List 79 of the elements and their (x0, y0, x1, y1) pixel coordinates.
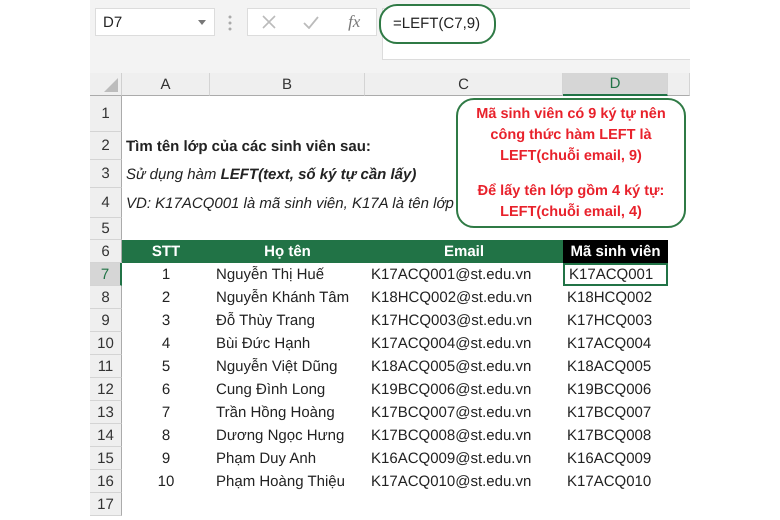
column-header[interactable]: B (210, 73, 365, 96)
table-cell-text: 3 (160, 311, 172, 331)
table-cell-text: Nguyễn Khánh Tâm (215, 288, 350, 308)
grip-icon (228, 15, 232, 31)
table-cell-text: 7 (160, 403, 172, 423)
row-header[interactable]: 10 (90, 332, 122, 355)
table-header-cell: STT (122, 240, 210, 263)
row-header[interactable]: 2 (90, 132, 122, 160)
row-header[interactable]: 12 (90, 378, 122, 401)
table-cell[interactable]: K17ACQ010 (563, 470, 668, 493)
column-header[interactable]: A (122, 73, 210, 96)
name-box[interactable]: D7 (95, 8, 215, 36)
table-header-cell: Họ tên (210, 240, 365, 263)
table-cell-text: 6 (160, 380, 172, 400)
table-cell-text: Đỗ Thùy Trang (215, 311, 316, 331)
table-cell-text: K19BCQ006@st.edu.vn (370, 380, 532, 400)
table-cell[interactable]: K17ACQ004 (563, 332, 668, 355)
table-cell-text: Phạm Duy Anh (215, 449, 318, 469)
note-text: VD: K17ACQ001 là mã sinh viên, K17A là tên lớp (125, 194, 454, 212)
column-header[interactable]: C (365, 73, 563, 96)
table-cell-text: K17ACQ001@st.edu.vn (370, 265, 532, 285)
table-cell[interactable]: K16ACQ009 (563, 447, 668, 470)
table-cell[interactable]: K17BCQ008 (563, 424, 668, 447)
table-cell-text: 2 (160, 288, 172, 308)
row-header[interactable]: 13 (90, 401, 122, 424)
table-cell-text: K18ACQ005@st.edu.vn (370, 357, 532, 377)
row-header[interactable]: 4 (90, 188, 122, 218)
table-cell-text: Nguyễn Thị Huế (215, 265, 326, 285)
table-cell-text: K17HCQ003@st.edu.vn (370, 311, 534, 331)
select-all-icon[interactable] (104, 78, 118, 92)
row-header[interactable]: 8 (90, 286, 122, 309)
table-cell[interactable]: K19BCQ006 (563, 378, 668, 401)
table-cell-text: K16ACQ009@st.edu.vn (370, 449, 532, 469)
table-cell-text: K17BCQ007@st.edu.vn (370, 403, 532, 423)
check-icon[interactable] (302, 16, 319, 28)
table-cell-text: K17ACQ004@st.edu.vn (370, 334, 532, 354)
row-header[interactable]: 7 (90, 263, 122, 286)
row-header[interactable]: 1 (90, 96, 122, 132)
table-cell-text: Dương Ngọc Hưng (215, 426, 346, 446)
table-cell-text: 9 (160, 449, 172, 469)
table-cell-text: Bùi Đức Hạnh (215, 334, 312, 354)
table-cell-text: 1 (160, 265, 172, 285)
table-cell-text: 5 (160, 357, 172, 377)
table-cell[interactable]: K18HCQ002 (563, 286, 668, 309)
note-text: Sử dụng hàm LEFT(text, số ký tự cần lấy) (125, 166, 416, 182)
column-header[interactable]: D (563, 73, 668, 96)
caret-icon (198, 20, 206, 24)
table-cell-text: Trần Hồng Hoàng (215, 403, 336, 423)
insert-function-button[interactable]: fx (346, 12, 362, 32)
table-cell-text: 8 (160, 426, 172, 446)
table-cell[interactable]: K17ACQ001 (563, 263, 668, 286)
table-cell-text: K17ACQ010@st.edu.vn (370, 472, 532, 492)
formula-text: =LEFT(C7,9) (379, 4, 496, 44)
row-header[interactable]: 5 (90, 218, 122, 240)
callout-text: Để lấy tên lớp gồm 4 ký tự: LEFT(chuỗi email, 4) (476, 182, 666, 222)
column-header[interactable] (668, 73, 690, 96)
table-cell-text: Cung Đình Long (215, 380, 326, 400)
close-icon[interactable] (262, 15, 276, 29)
table-header-cell: Email (365, 240, 563, 263)
row-header[interactable]: 17 (90, 493, 122, 516)
table-cell-text: 10 (156, 472, 176, 492)
callout-text: Mã sinh viên có 9 ký tự nên công thức hàm LEFT là LEFT(chuỗi email, 9) (475, 104, 667, 166)
table-cell-text: K18HCQ002@st.edu.vn (370, 288, 534, 308)
table-cell-text: K17BCQ008@st.edu.vn (370, 426, 532, 446)
table-cell-text: Nguyễn Việt Dũng (215, 357, 338, 377)
table-cell[interactable]: K17BCQ007 (563, 401, 668, 424)
row-header[interactable]: 15 (90, 447, 122, 470)
table-cell[interactable]: K17HCQ003 (563, 309, 668, 332)
row-header[interactable]: 11 (90, 355, 122, 378)
row-header[interactable]: 3 (90, 160, 122, 188)
row-header[interactable]: 16 (90, 470, 122, 493)
table-cell[interactable]: K18ACQ005 (563, 355, 668, 378)
row-header[interactable]: 6 (90, 240, 122, 263)
table-cell-text: 4 (160, 334, 172, 354)
table-cell-text: Phạm Hoàng Thiệu (215, 472, 346, 492)
table-header-cell: Mã sinh viên (563, 240, 668, 263)
row-header[interactable]: 14 (90, 424, 122, 447)
row-header[interactable]: 9 (90, 309, 122, 332)
note-text: Tìm tên lớp của các sinh viên sau: (125, 138, 371, 154)
